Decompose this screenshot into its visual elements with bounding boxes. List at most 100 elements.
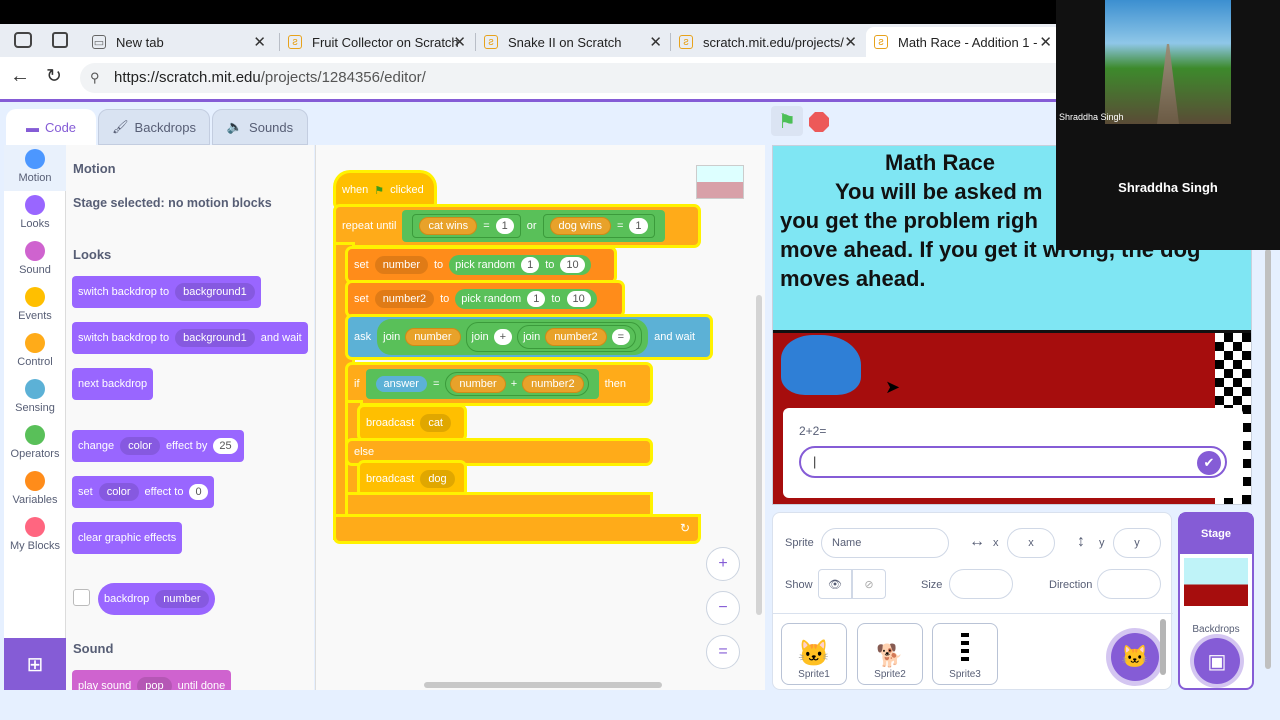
repeat-until-block[interactable]: repeat until cat wins = 1 or dog wins = 1 <box>336 207 698 245</box>
url-field[interactable]: ⚲ https://scratch.mit.edu/projects/12843… <box>80 63 1080 93</box>
answer-input[interactable]: | ✔ <box>799 446 1227 478</box>
show-eye-icon[interactable]: 👁 <box>818 569 852 599</box>
change-effect-block[interactable]: change color effect by 25 <box>72 430 244 462</box>
cat-sprite-icon: 🐱 <box>797 638 831 668</box>
next-backdrop-block[interactable]: next backdrop <box>72 368 154 400</box>
add-extension-icon[interactable]: ⊞ <box>4 638 66 690</box>
backdrop-reporter[interactable]: backdrop number <box>98 583 215 615</box>
submit-check-icon[interactable]: ✔ <box>1197 451 1221 475</box>
category-my-blocks[interactable]: My Blocks <box>4 513 66 559</box>
category-motion[interactable]: Motion <box>4 145 66 191</box>
close-tab-icon[interactable]: ✕ <box>844 33 857 51</box>
category-control[interactable]: Control <box>4 329 66 375</box>
set-number-block[interactable]: set number to pick random 1 to 10 <box>348 249 614 281</box>
sprite-thumb-sprite2[interactable]: 🐕 Sprite2 <box>857 623 923 685</box>
tab-sounds[interactable]: 🔈 Sounds <box>212 109 308 145</box>
workspaces-icon[interactable] <box>14 32 32 48</box>
switch-backdrop-wait-block[interactable]: switch backdrop to background1 and wait <box>72 322 308 354</box>
backdrop-checkbox[interactable] <box>73 589 90 606</box>
zoom-in-icon[interactable]: + <box>706 547 740 581</box>
choose-backdrop-icon[interactable]: ▣ <box>1194 638 1240 684</box>
x-arrow-icon: ↔ <box>969 533 985 550</box>
reload-icon[interactable]: ↻ <box>46 65 62 88</box>
sprite-name-field[interactable]: Name <box>821 528 949 558</box>
else-label: else <box>348 441 650 463</box>
repeat-until-bottom: ↻ <box>336 517 698 541</box>
stage-pane-label: Stage <box>1180 514 1252 554</box>
broadcast-dog-block[interactable]: broadcast dog <box>360 463 464 495</box>
sprite-list-scrollbar[interactable] <box>1160 619 1166 675</box>
tab-fruit-collector[interactable]: ƨ Fruit Collector on Scratch ✕ <box>280 27 476 57</box>
scratch-favicon-icon: ƨ <box>288 35 302 49</box>
zoom-out-icon[interactable]: − <box>706 591 740 625</box>
direction-field[interactable] <box>1097 569 1161 599</box>
stop-icon[interactable] <box>809 112 829 132</box>
close-tab-icon[interactable]: ✕ <box>1039 33 1052 51</box>
broadcast-cat-block[interactable]: broadcast cat <box>360 407 464 439</box>
webcam-overlay: Shraddha Singh Shraddha Singh <box>1056 0 1280 250</box>
vertical-scrollbar[interactable] <box>756 295 762 615</box>
stage-text-line2: you get the problem righ <box>780 208 1038 233</box>
scratch-favicon-icon: ƨ <box>874 35 888 49</box>
tab-snake[interactable]: ƨ Snake II on Scratch ✕ <box>476 27 672 57</box>
ask-and-wait-block[interactable]: ask join number join + join number2 = and wa… <box>348 317 710 357</box>
tab-code[interactable]: ▬ Code <box>6 109 96 145</box>
category-operators[interactable]: Operators <box>4 421 66 467</box>
tab-new-tab[interactable]: ▭ New tab ✕ <box>84 27 276 57</box>
category-sound[interactable]: Sound <box>4 237 66 283</box>
scratch-favicon-icon: ƨ <box>679 35 693 49</box>
y-arrow-icon: ↕ <box>1077 533 1085 550</box>
category-variables[interactable]: Variables <box>4 467 66 513</box>
close-tab-icon[interactable]: ✕ <box>453 33 466 51</box>
clear-effects-block[interactable]: clear graphic effects <box>72 522 183 554</box>
sprite-thumb-sprite3[interactable]: Sprite3 <box>932 623 998 685</box>
zoom-reset-icon[interactable]: = <box>706 635 740 669</box>
mouse-cursor-icon: ➤ <box>885 377 901 397</box>
sprite-info-panel: Sprite Name ↔ x x ↕ y y Show 👁 ⊘ Size Di… <box>772 512 1173 690</box>
size-field[interactable] <box>949 569 1013 599</box>
stage-text-line1: You will be asked m <box>835 179 1043 204</box>
site-info-icon[interactable]: ⚲ <box>90 63 100 93</box>
if-else-block[interactable]: if answer = number + number2 then <box>348 365 650 403</box>
horizontal-scrollbar[interactable] <box>424 682 662 688</box>
new-tab-icon: ▭ <box>92 35 106 49</box>
x-field[interactable]: x <box>1007 528 1055 558</box>
category-sensing[interactable]: Sensing <box>4 375 66 421</box>
dog-sprite-icon: 🐕 <box>876 643 904 668</box>
participant-name: Shraddha Singh <box>1118 180 1218 195</box>
webcam-caption: Shraddha Singh <box>1059 112 1124 122</box>
tab-math-race[interactable]: ƨ Math Race - Addition 1 - ✕ <box>866 27 1062 57</box>
when-flag-clicked-block[interactable]: when ⚑ clicked <box>336 173 434 207</box>
page-scrollbar[interactable] <box>1265 249 1271 669</box>
stage-target-pane[interactable]: Stage Backdrops ▣ <box>1178 512 1254 690</box>
stage-title: Math Race <box>885 150 996 175</box>
motion-note: Stage selected: no motion blocks <box>73 196 272 210</box>
paintbrush-icon: 🖌 <box>112 119 129 134</box>
back-icon[interactable]: ← <box>10 65 30 88</box>
tab-actions-icon[interactable] <box>52 32 68 48</box>
tab-scratch-project[interactable]: ƨ scratch.mit.edu/projects/✕ <box>671 27 867 57</box>
hide-eye-icon[interactable]: ⊘ <box>852 569 886 599</box>
y-field[interactable]: y <box>1113 528 1161 558</box>
close-tab-icon[interactable]: ✕ <box>253 33 266 51</box>
dog-sprite[interactable] <box>781 335 861 395</box>
stage-text-line4: moves ahead. <box>780 266 926 291</box>
set-number2-block[interactable]: set number2 to pick random 1 to 10 <box>348 283 622 315</box>
play-sound-block[interactable]: play sound pop until done <box>72 670 232 690</box>
category-looks[interactable]: Looks <box>4 191 66 237</box>
sprite-thumb-sprite1[interactable]: 🐱 Sprite1 <box>781 623 847 685</box>
code-icon: ▬ <box>25 119 39 135</box>
backdrops-count-label: Backdrops <box>1192 624 1240 635</box>
green-flag-icon: ⚑ <box>374 184 385 197</box>
choose-sprite-icon[interactable]: 🐱 <box>1111 633 1159 681</box>
speaker-icon: 🔈 <box>226 119 244 134</box>
close-tab-icon[interactable]: ✕ <box>649 33 662 51</box>
switch-backdrop-block[interactable]: switch backdrop to background1 <box>72 276 261 308</box>
green-flag-button[interactable]: ⚑ <box>771 106 803 136</box>
sound-heading: Sound <box>73 641 114 656</box>
set-effect-block[interactable]: set color effect to 0 <box>72 476 214 508</box>
webcam-thumbnail <box>1105 0 1231 124</box>
stage-thumbnail <box>1184 558 1248 606</box>
category-events[interactable]: Events <box>4 283 66 329</box>
tab-backdrops[interactable]: 🖌 Backdrops <box>98 109 210 145</box>
